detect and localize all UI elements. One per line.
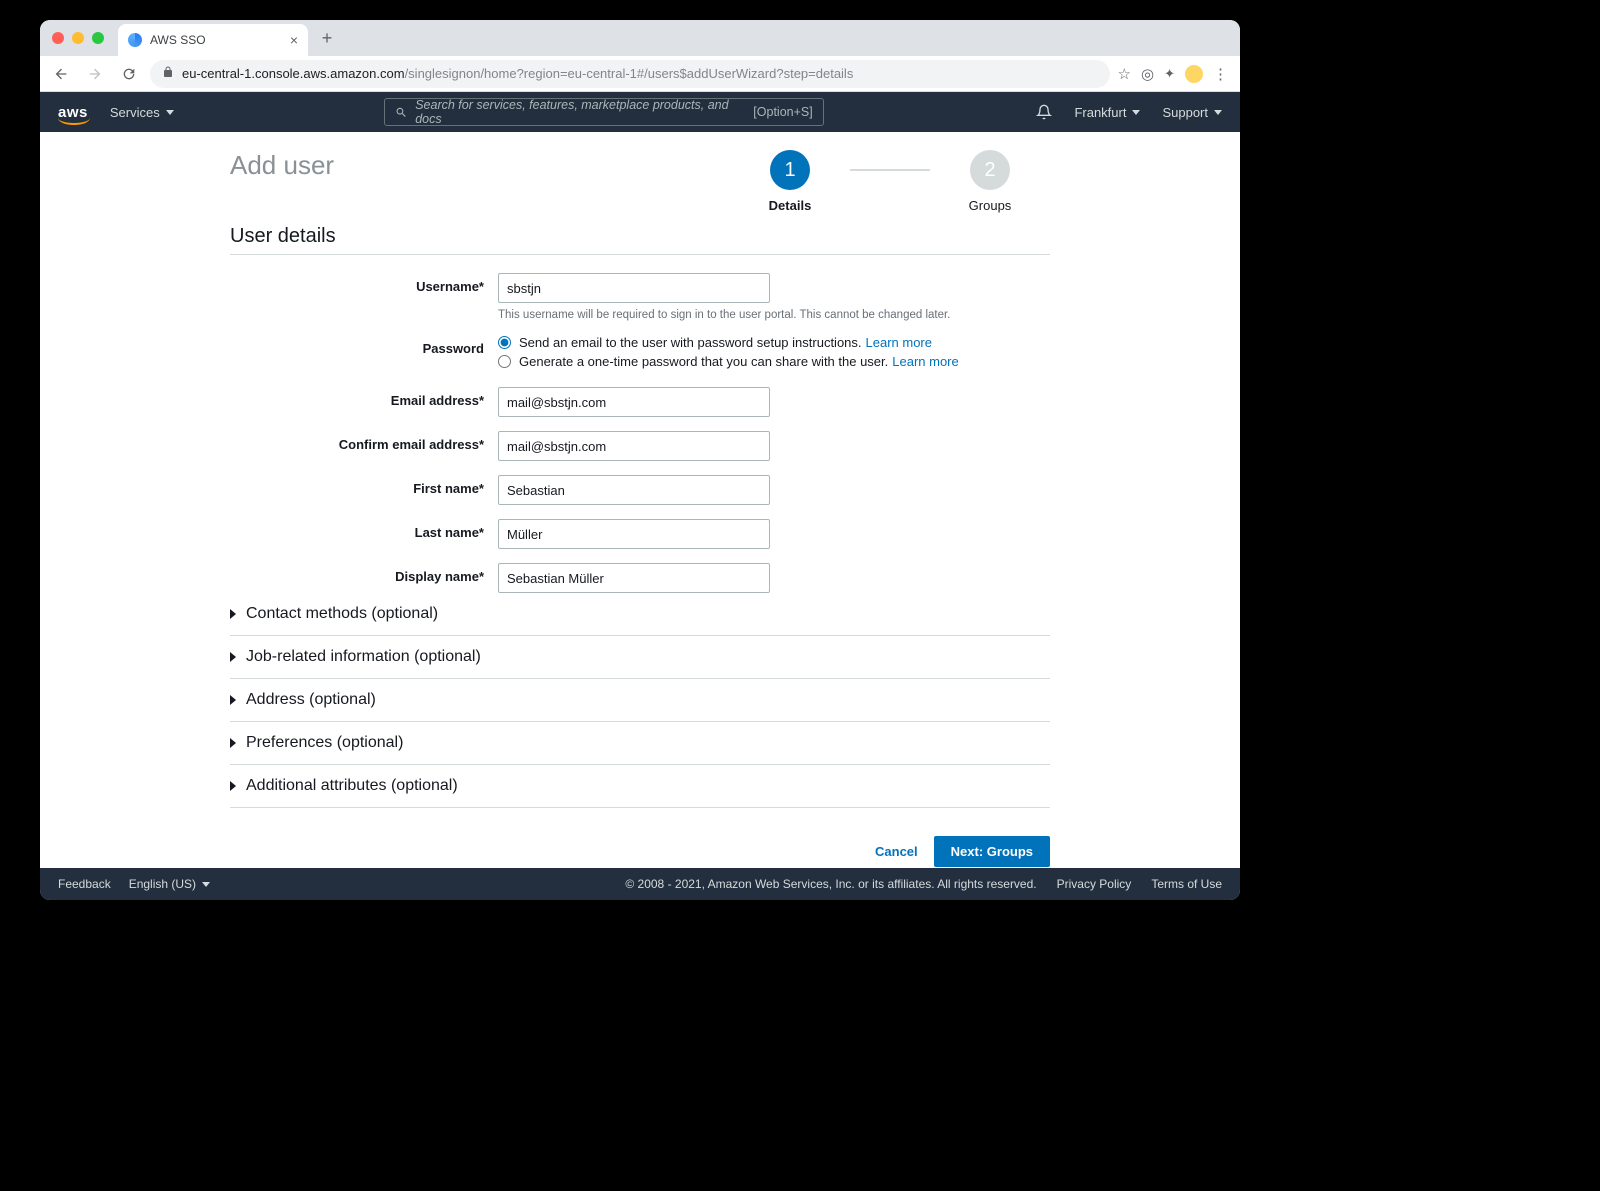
extensions-menu-icon[interactable]: ✦ <box>1164 66 1175 82</box>
display-name-input[interactable] <box>498 563 770 593</box>
step-number: 2 <box>970 150 1010 190</box>
username-hint: This username will be required to sign i… <box>498 309 1050 321</box>
accordion-contact-methods[interactable]: Contact methods (optional) <box>230 593 1050 636</box>
accordion-label: Address (optional) <box>246 691 376 709</box>
radio-generate[interactable] <box>498 355 511 368</box>
lock-icon <box>162 66 174 81</box>
tab-title: AWS SSO <box>150 33 206 47</box>
address-bar[interactable]: eu-central-1.console.aws.amazon.com/sing… <box>150 60 1110 88</box>
accordion-additional-attributes[interactable]: Additional attributes (optional) <box>230 765 1050 808</box>
accordion-label: Additional attributes (optional) <box>246 777 458 795</box>
browser-titlebar: AWS SSO × + <box>40 20 1240 56</box>
aws-logo[interactable]: aws <box>58 104 88 121</box>
radio-email[interactable] <box>498 336 511 349</box>
copyright-text: © 2008 - 2021, Amazon Web Services, Inc.… <box>625 877 1036 891</box>
email-input[interactable] <box>498 387 770 417</box>
caret-down-icon <box>202 882 210 887</box>
support-menu[interactable]: Support <box>1162 105 1222 120</box>
step-label: Groups <box>969 198 1012 213</box>
step-number: 1 <box>770 150 810 190</box>
wizard-step-groups[interactable]: 2 Groups <box>930 150 1050 213</box>
caret-down-icon <box>1132 110 1140 115</box>
form-actions: Cancel Next: Groups <box>230 836 1050 867</box>
accordion-label: Contact methods (optional) <box>246 605 438 623</box>
search-shortcut: [Option+S] <box>753 105 812 119</box>
accordion-label: Preferences (optional) <box>246 734 403 752</box>
password-option-email[interactable]: Send an email to the user with password … <box>498 335 1050 350</box>
accordion-address[interactable]: Address (optional) <box>230 679 1050 722</box>
accordion-preferences[interactable]: Preferences (optional) <box>230 722 1050 765</box>
browser-window: AWS SSO × + eu-central-1.console.aws.ama… <box>40 20 1240 900</box>
feedback-link[interactable]: Feedback <box>58 877 111 891</box>
cloud-icon <box>128 33 142 47</box>
next-groups-button[interactable]: Next: Groups <box>934 836 1050 867</box>
aws-footer: Feedback English (US) © 2008 - 2021, Ama… <box>40 868 1240 900</box>
username-input[interactable] <box>498 273 770 303</box>
reload-button[interactable] <box>116 61 142 87</box>
support-label: Support <box>1162 105 1208 120</box>
forward-button[interactable] <box>82 61 108 87</box>
username-label: Username* <box>230 273 498 294</box>
step-connector <box>850 169 930 171</box>
chevron-right-icon <box>230 738 236 748</box>
star-icon[interactable]: ☆ <box>1118 65 1131 83</box>
learn-more-link[interactable]: Learn more <box>866 335 932 350</box>
confirm-email-input[interactable] <box>498 431 770 461</box>
url-path: /singlesignon/home?region=eu-central-1#/… <box>405 66 854 81</box>
search-icon <box>395 106 408 119</box>
chevron-right-icon <box>230 652 236 662</box>
url-host: eu-central-1.console.aws.amazon.com <box>182 66 405 81</box>
search-placeholder: Search for services, features, marketpla… <box>415 98 745 126</box>
toolbar-right: ☆ ◎ ✦ ⋮ <box>1118 65 1232 83</box>
accordion-label: Job-related information (optional) <box>246 648 481 666</box>
learn-more-link[interactable]: Learn more <box>892 354 958 369</box>
first-name-input[interactable] <box>498 475 770 505</box>
profile-avatar[interactable] <box>1185 65 1203 83</box>
page-content: Add user 1 Details 2 Groups User details… <box>40 132 1240 868</box>
close-tab-icon[interactable]: × <box>290 32 298 48</box>
accordion-job-related[interactable]: Job-related information (optional) <box>230 636 1050 679</box>
radio-label: Send an email to the user with password … <box>519 335 862 350</box>
region-selector[interactable]: Frankfurt <box>1074 105 1140 120</box>
language-label: English (US) <box>129 877 196 891</box>
notifications-icon[interactable] <box>1036 104 1052 120</box>
caret-down-icon <box>1214 110 1222 115</box>
new-tab-button[interactable]: + <box>314 25 340 51</box>
region-label: Frankfurt <box>1074 105 1126 120</box>
back-button[interactable] <box>48 61 74 87</box>
first-name-label: First name* <box>230 475 498 496</box>
extension-icon[interactable]: ◎ <box>1141 65 1154 83</box>
chevron-right-icon <box>230 609 236 619</box>
display-name-label: Display name* <box>230 563 498 584</box>
aws-search-bar[interactable]: Search for services, features, marketpla… <box>384 98 824 126</box>
section-heading: User details <box>230 225 1050 255</box>
caret-down-icon <box>166 110 174 115</box>
minimize-window-button[interactable] <box>72 32 84 44</box>
wizard-stepper: 1 Details 2 Groups <box>730 150 1050 213</box>
last-name-input[interactable] <box>498 519 770 549</box>
privacy-policy-link[interactable]: Privacy Policy <box>1057 877 1132 891</box>
cancel-button[interactable]: Cancel <box>875 844 918 859</box>
language-selector[interactable]: English (US) <box>129 877 210 891</box>
last-name-label: Last name* <box>230 519 498 540</box>
confirm-email-label: Confirm email address* <box>230 431 498 452</box>
maximize-window-button[interactable] <box>92 32 104 44</box>
chevron-right-icon <box>230 781 236 791</box>
window-controls <box>52 32 104 44</box>
password-option-generate[interactable]: Generate a one-time password that you ca… <box>498 354 1050 369</box>
email-label: Email address* <box>230 387 498 408</box>
aws-top-nav: aws Services Search for services, featur… <box>40 92 1240 132</box>
terms-of-use-link[interactable]: Terms of Use <box>1151 877 1222 891</box>
step-label: Details <box>769 198 812 213</box>
services-menu[interactable]: Services <box>110 105 174 120</box>
password-label: Password <box>230 335 498 356</box>
browser-menu-icon[interactable]: ⋮ <box>1213 65 1228 83</box>
chevron-right-icon <box>230 695 236 705</box>
close-window-button[interactable] <box>52 32 64 44</box>
browser-toolbar: eu-central-1.console.aws.amazon.com/sing… <box>40 56 1240 92</box>
browser-tab[interactable]: AWS SSO × <box>118 24 308 56</box>
services-label: Services <box>110 105 160 120</box>
wizard-step-details[interactable]: 1 Details <box>730 150 850 213</box>
radio-label: Generate a one-time password that you ca… <box>519 354 888 369</box>
